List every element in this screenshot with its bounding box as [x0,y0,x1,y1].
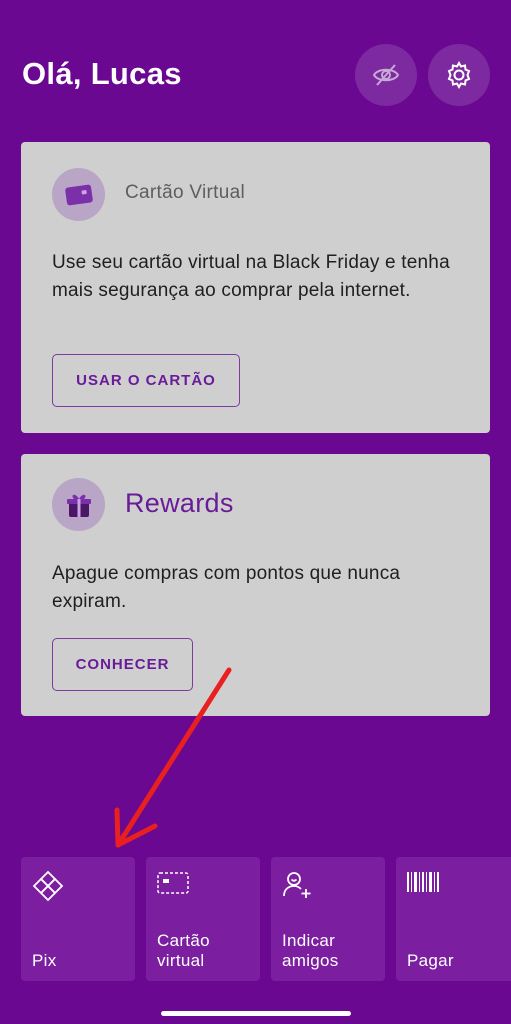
rewards-title: Rewards [125,488,234,518]
shortcut-pix[interactable]: Pix [21,857,135,981]
greeting-title: Olá, Lucas [22,56,182,91]
shortcut-pay-label: Pagar [407,951,454,970]
rewards-promo: Rewards Apague compras com pontos que nu… [21,454,490,716]
use-card-button[interactable]: USAR O CARTÃO [52,354,240,407]
virtual-card-description: Use seu cartão virtual na Black Friday e… [52,252,450,301]
home-screen: Olá, Lucas Cartão Virtual Use seu cartão… [0,0,511,1024]
virtual-card-title: Cartão Virtual [125,182,246,203]
shortcut-pay[interactable]: Pagar [396,857,511,981]
rewards-description: Apague compras com pontos que nunca expi… [52,563,401,612]
shortcut-refer-friends-label: Indicar amigos [282,931,339,970]
home-indicator[interactable] [161,1011,351,1016]
pix-icon [32,870,64,902]
card-outline-icon [157,872,189,894]
barcode-icon [407,872,439,892]
gear-icon [447,60,471,90]
shortcut-pix-label: Pix [32,951,57,970]
credit-card-icon [52,168,105,221]
eye-off-icon [372,64,400,86]
settings-button[interactable] [428,44,490,106]
shortcut-virtual-card[interactable]: Cartão virtual [146,857,260,981]
shortcut-virtual-card-label: Cartão virtual [157,931,210,970]
add-person-icon [283,872,311,898]
hide-values-button[interactable] [355,44,417,106]
gift-icon [52,478,105,531]
virtual-card-promo: Cartão Virtual Use seu cartão virtual na… [21,142,490,433]
shortcut-refer-friends[interactable]: Indicar amigos [271,857,385,981]
learn-more-button[interactable]: CONHECER [52,638,193,691]
